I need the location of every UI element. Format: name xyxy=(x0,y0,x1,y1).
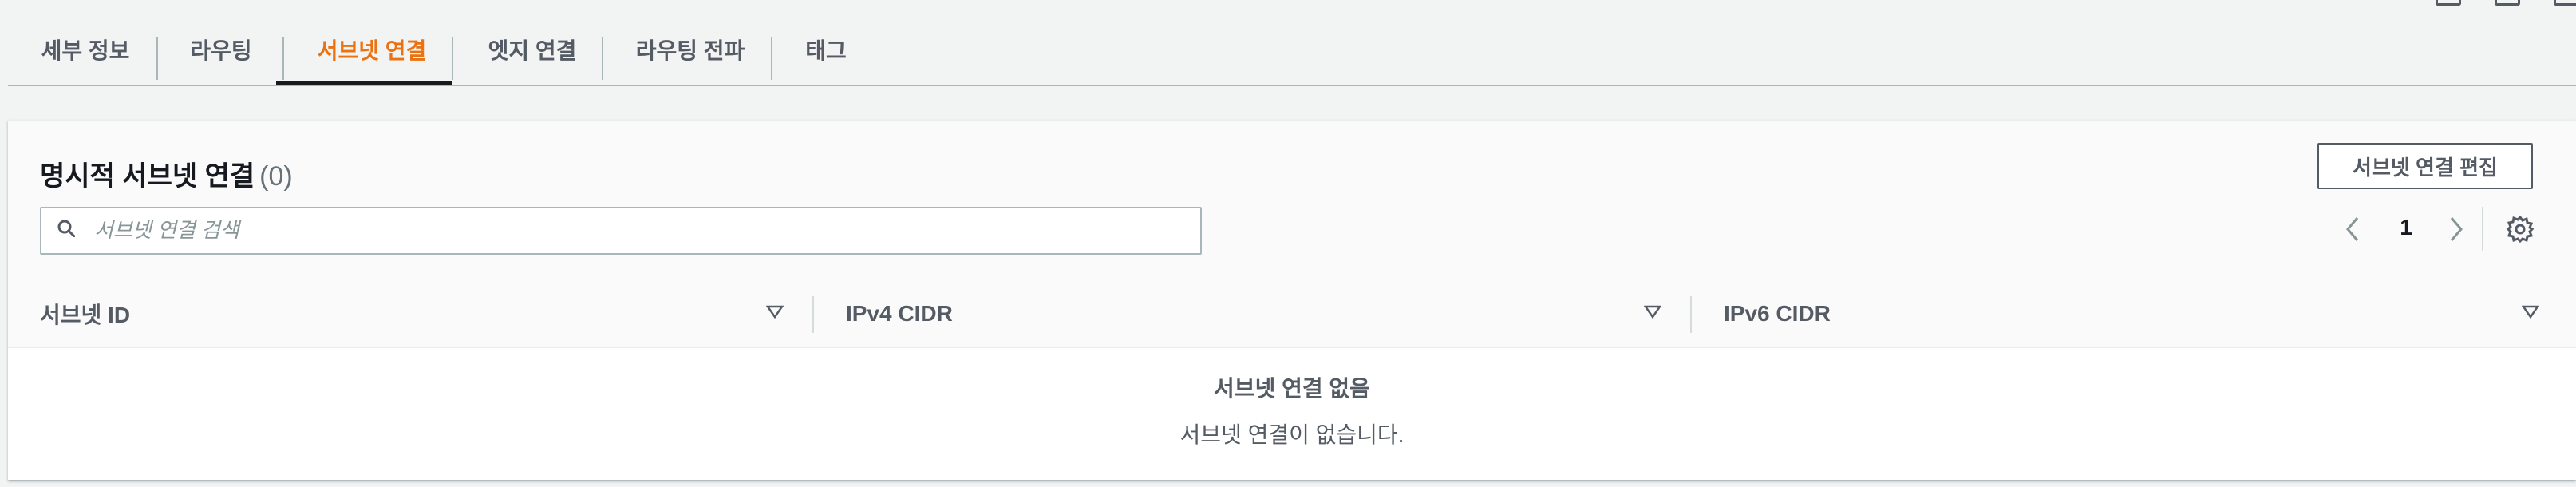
column-divider[interactable] xyxy=(812,296,814,333)
chevron-left-icon[interactable] xyxy=(2341,215,2364,244)
subnet-associations-panel: 명시적 서브넷 연결(0) 서브넷 연결 편집 1 서브넷 ID xyxy=(8,120,2576,480)
tab-divider xyxy=(452,37,453,80)
window-control-icon[interactable] xyxy=(2495,0,2520,6)
gear-icon[interactable] xyxy=(2506,215,2535,244)
panel-header: 명시적 서브넷 연결(0) 서브넷 연결 편집 1 xyxy=(8,121,2576,281)
chevron-right-icon[interactable] xyxy=(2445,215,2467,244)
tab-bar-border xyxy=(8,85,2576,86)
column-header-subnet-id[interactable]: 서브넷 ID xyxy=(40,280,130,347)
search-box[interactable] xyxy=(40,207,1202,255)
tab-route-propagation[interactable]: 라우팅 전파 xyxy=(603,14,777,85)
panel-title-text: 명시적 서브넷 연결 xyxy=(40,161,255,192)
tab-label: 세부 정보 xyxy=(41,38,130,63)
tab-subnet-associations[interactable]: 서브넷 연결 xyxy=(284,14,460,85)
tab-label: 태그 xyxy=(805,38,847,63)
search-input[interactable] xyxy=(93,210,1181,250)
table-header: 서브넷 ID IPv4 CIDR IPv6 CIDR xyxy=(8,280,2576,348)
tab-label: 라우팅 전파 xyxy=(635,38,745,63)
panel-title: 명시적 서브넷 연결 (0) xyxy=(40,154,293,193)
window-control-icon[interactable] xyxy=(2554,0,2576,6)
sort-caret-icon[interactable] xyxy=(766,304,784,319)
column-header-ipv4-cidr[interactable]: IPv4 CIDR xyxy=(846,280,953,347)
sort-caret-icon[interactable] xyxy=(2522,304,2539,319)
column-divider[interactable] xyxy=(1690,296,1692,333)
edit-subnet-associations-button[interactable]: 서브넷 연결 편집 xyxy=(2317,143,2533,189)
sort-caret-icon[interactable] xyxy=(1644,304,1661,319)
tab-edge-associations[interactable]: 엣지 연결 xyxy=(455,14,610,85)
pagination-divider xyxy=(2482,207,2483,251)
tab-label: 엣지 연결 xyxy=(488,38,577,63)
tab-details[interactable]: 세부 정보 xyxy=(18,14,153,85)
column-header-ipv6-cidr[interactable]: IPv6 CIDR xyxy=(1724,280,1831,347)
search-icon xyxy=(57,220,75,237)
empty-state-title: 서브넷 연결 없음 xyxy=(1214,376,1370,401)
tab-tags[interactable]: 태그 xyxy=(772,14,879,85)
tab-bar: 세부 정보 라우팅 서브넷 연결 엣지 연결 라우팅 전파 태그 xyxy=(8,14,2576,85)
current-page[interactable]: 1 xyxy=(2394,215,2418,240)
tab-divider xyxy=(156,37,158,80)
empty-state-description: 서브넷 연결이 없습니다. xyxy=(1179,422,1405,447)
item-count: (0) xyxy=(259,161,293,192)
tab-label: 라우팅 xyxy=(190,38,252,63)
window-control-icon[interactable] xyxy=(2436,0,2461,6)
tab-routes[interactable]: 라우팅 xyxy=(160,14,282,85)
tab-label: 서브넷 연결 xyxy=(317,38,427,63)
